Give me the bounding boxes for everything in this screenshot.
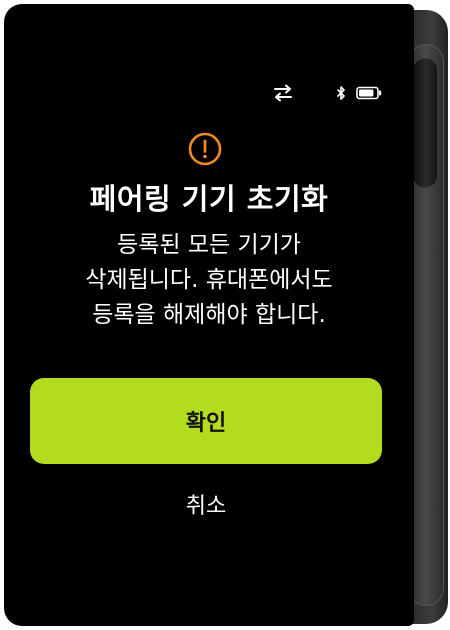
dialog-title: 페어링 기기 초기화	[89, 182, 329, 216]
dialog-message: 등록된 모든 기기가 삭제됩니다. 휴대폰에서도 등록을 해제해야 합니다.	[4, 228, 414, 333]
exclamation-circle-icon	[188, 132, 222, 166]
status-right-group	[336, 86, 382, 100]
device-frame: 페어링 기기 초기화 등록된 모든 기기가 삭제됩니다. 휴대폰에서도 등록을 …	[4, 4, 448, 626]
dialog-message-line: 삭제됩니다. 휴대폰에서도	[85, 267, 333, 293]
device-screen: 페어링 기기 초기화 등록된 모든 기기가 삭제됩니다. 휴대폰에서도 등록을 …	[4, 4, 414, 626]
cancel-button[interactable]: 취소	[136, 482, 276, 526]
sync-arrows-icon	[272, 84, 294, 102]
dialog-message-line: 등록을 해제해야 합니다.	[92, 302, 326, 328]
status-bar	[272, 84, 382, 102]
dialog-message-line: 등록된 모든 기기가	[117, 232, 301, 258]
battery-icon	[356, 86, 382, 100]
confirm-button[interactable]: 확인	[30, 378, 382, 464]
device-side-button[interactable]	[412, 58, 438, 188]
bluetooth-icon	[336, 86, 346, 100]
